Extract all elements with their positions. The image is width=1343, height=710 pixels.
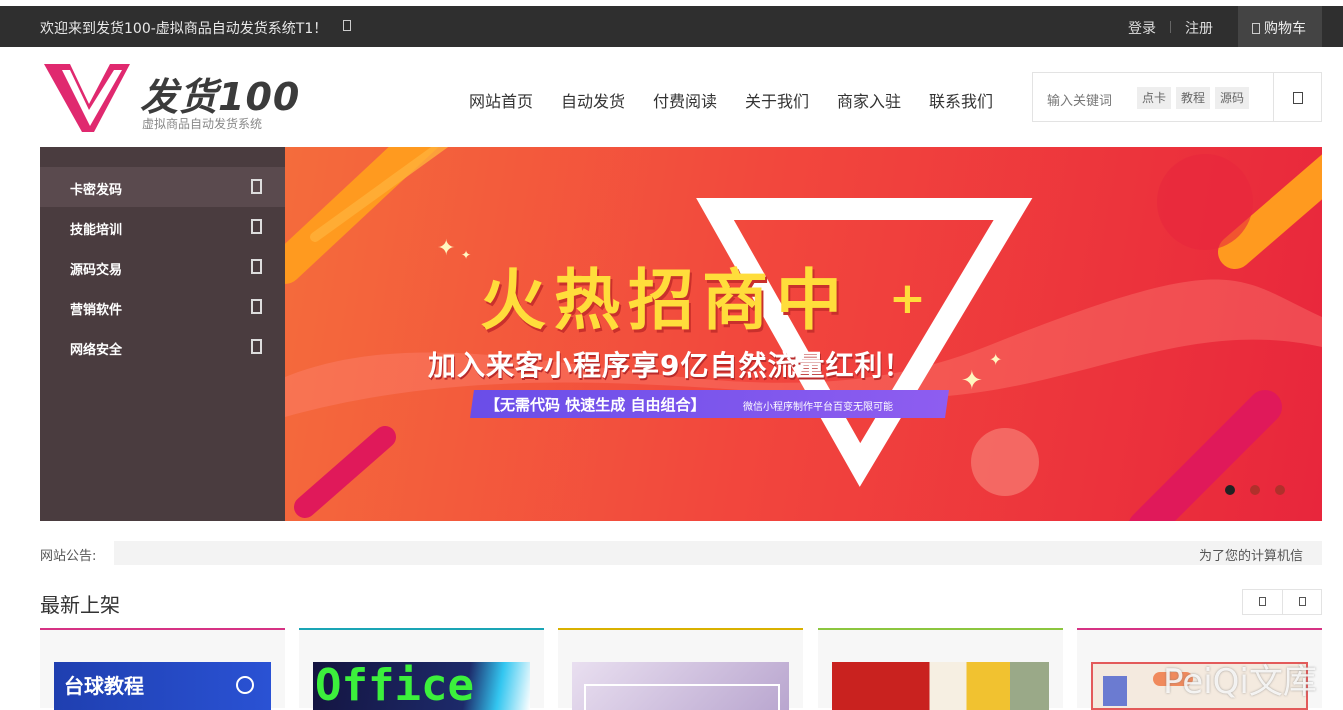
nav-paid-reading[interactable]: 付费阅读 xyxy=(653,88,717,112)
product-card[interactable]: Office xyxy=(299,628,544,710)
banner-subline: 加入来客小程序享9亿自然流量红利！ xyxy=(428,349,913,382)
robot-icon xyxy=(1103,676,1127,706)
bookmark-icon[interactable] xyxy=(343,20,351,31)
thumbnail-text: Office xyxy=(315,662,474,710)
slider-dot-2[interactable] xyxy=(1250,485,1260,495)
divider xyxy=(1170,21,1171,33)
notice-text: 为了您的计算机信 xyxy=(1199,549,1304,564)
nav-auto-delivery[interactable]: 自动发货 xyxy=(561,88,625,112)
welcome-text: 欢迎来到发货100-虚拟商品自动发货系统T1！ xyxy=(40,21,328,37)
thumbnail-text: 台球教程 xyxy=(64,674,144,698)
product-thumbnail xyxy=(832,662,1049,710)
cart-label: 购物车 xyxy=(1264,21,1306,37)
thumbnail-frame xyxy=(584,684,780,710)
sidebar-item-card-codes[interactable]: 卡密发码 xyxy=(40,167,285,207)
chevron-right-icon xyxy=(1299,597,1306,606)
cart-icon xyxy=(1252,23,1260,34)
chevron-right-icon xyxy=(251,299,262,314)
chevron-left-icon xyxy=(1259,597,1266,606)
site-logo[interactable]: 发货100 虚拟商品自动发货系统 xyxy=(44,60,314,135)
chevron-right-icon xyxy=(251,219,262,234)
svg-text:✦: ✦ xyxy=(461,248,471,262)
sidebar-item-label: 网络安全 xyxy=(70,343,123,358)
site-notice: 网站公告: 为了您的计算机信 xyxy=(40,541,1322,565)
prev-button[interactable] xyxy=(1243,590,1283,614)
sidebar-item-label: 卡密发码 xyxy=(70,183,123,198)
nav-home[interactable]: 网站首页 xyxy=(469,88,533,112)
hero-banner[interactable]: ✦ ✦ ✦ ✦ 火热招商中 + 加入来客小程序享9亿自然流量红利！ 【无需代码 … xyxy=(285,147,1322,521)
next-button[interactable] xyxy=(1282,590,1322,614)
product-card[interactable] xyxy=(818,628,1063,710)
search-button[interactable] xyxy=(1273,73,1322,121)
logo-tagline: 虚拟商品自动发货系统 xyxy=(142,117,263,131)
notice-label: 网站公告: xyxy=(40,549,97,564)
search-icon xyxy=(1293,92,1303,104)
sidebar-item-skills-training[interactable]: 技能培训 xyxy=(40,207,285,247)
nav-contact-us[interactable]: 联系我们 xyxy=(929,88,993,112)
banner-pill-right: 微信小程序制作平台百变无限可能 xyxy=(743,402,893,413)
product-thumbnail xyxy=(572,662,789,710)
chevron-right-icon xyxy=(251,339,262,354)
cart-button[interactable]: 购物车 xyxy=(1238,6,1322,47)
top-bar: 欢迎来到发货100-虚拟商品自动发货系统T1！ 登录 注册 购物车 xyxy=(0,6,1343,47)
section-title: 最新上架 xyxy=(40,593,120,617)
product-card[interactable]: 台球教程 xyxy=(40,628,285,710)
notice-marquee[interactable]: 为了您的计算机信 xyxy=(114,541,1322,565)
login-link[interactable]: 登录 xyxy=(1128,18,1156,38)
banner-headline: 火热招商中 xyxy=(480,262,850,339)
product-thumbnail: 台球教程 xyxy=(54,662,271,710)
category-sidebar: 卡密发码 技能培训 源码交易 营销软件 网络安全 xyxy=(40,147,285,521)
search-tag-tutorial[interactable]: 教程 xyxy=(1176,87,1211,109)
watermark-logo: PeiQi文库 xyxy=(1163,662,1317,702)
search-tag-source[interactable]: 源码 xyxy=(1215,87,1250,109)
sidebar-item-source-trading[interactable]: 源码交易 xyxy=(40,247,285,287)
slider-dot-3[interactable] xyxy=(1275,485,1285,495)
chevron-right-icon xyxy=(251,179,262,194)
search-tag-card[interactable]: 点卡 xyxy=(1137,87,1172,109)
logo-wordmark: 发货100 xyxy=(140,75,301,119)
svg-text:✦: ✦ xyxy=(437,236,455,261)
headphones-icon xyxy=(236,676,254,694)
sidebar-item-label: 技能培训 xyxy=(70,223,123,238)
product-card[interactable] xyxy=(558,628,803,710)
svg-text:✦: ✦ xyxy=(961,366,983,396)
sidebar-item-label: 源码交易 xyxy=(70,263,123,278)
nav-merchant-join[interactable]: 商家入驻 xyxy=(837,88,901,112)
search-box: 输入关键词 点卡 教程 源码 xyxy=(1032,72,1322,122)
sidebar-item-label: 营销软件 xyxy=(70,303,123,318)
slider-dot-1[interactable] xyxy=(1225,485,1235,495)
register-link[interactable]: 注册 xyxy=(1185,18,1213,38)
sidebar-item-marketing-software[interactable]: 营销软件 xyxy=(40,287,285,327)
chevron-right-icon xyxy=(251,259,262,274)
search-input[interactable]: 输入关键词 xyxy=(1047,90,1112,109)
banner-plus: + xyxy=(889,273,926,324)
banner-pill-left: 【无需代码 快速生成 自由组合】 xyxy=(485,396,706,414)
section-pager xyxy=(1242,589,1322,615)
product-thumbnail: Office xyxy=(313,662,530,710)
nav-about-us[interactable]: 关于我们 xyxy=(745,88,809,112)
logo-mark-icon xyxy=(44,64,130,132)
sidebar-item-network-security[interactable]: 网络安全 xyxy=(40,327,285,367)
svg-text:✦: ✦ xyxy=(989,350,1002,369)
